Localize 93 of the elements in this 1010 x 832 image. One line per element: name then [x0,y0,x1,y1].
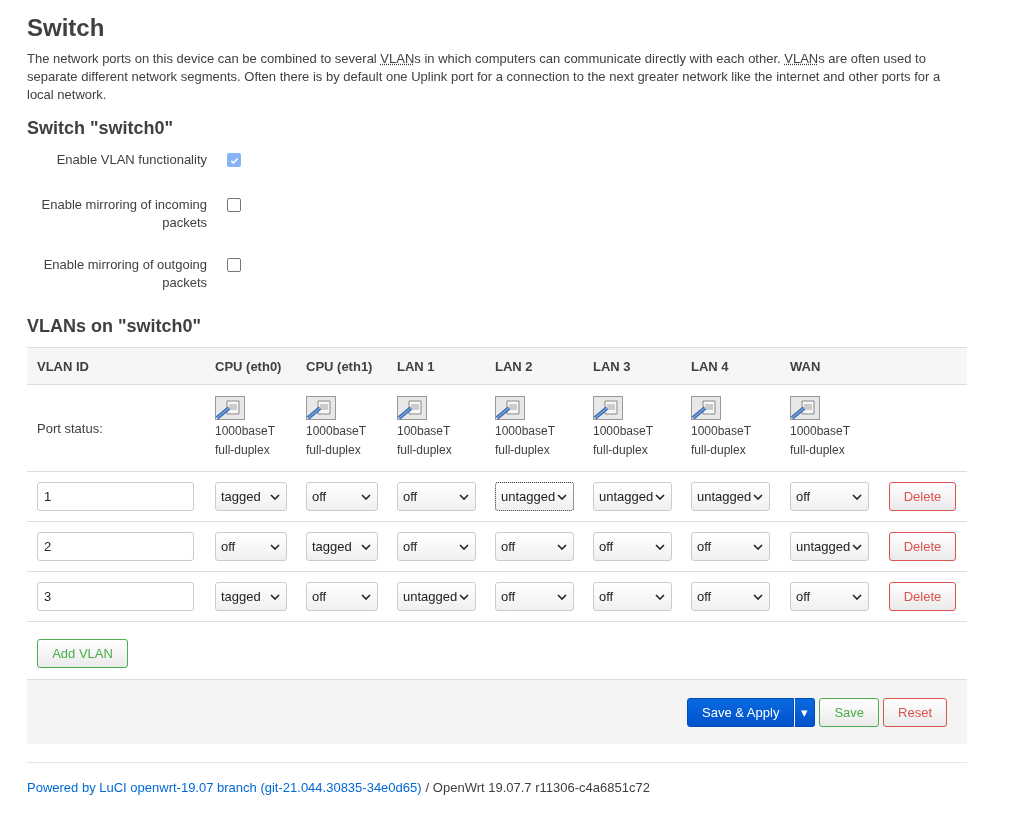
chevron-icon [270,593,280,600]
option-label: Enable mirroring of incoming packets [40,196,207,232]
chevron-icon [557,593,567,600]
ethernet-port-icon [397,396,427,420]
chevron-icon [361,593,371,600]
dropdown-toggle[interactable]: ▾ [794,697,816,727]
ethernet-port-icon [215,396,245,420]
checkbox[interactable] [227,258,241,272]
port-mode-dropdown[interactable]: untagged [397,582,476,611]
chevron-icon [753,543,763,550]
checkbox[interactable] [227,198,241,212]
chevron-icon [557,543,567,550]
chevron-icon [459,593,469,600]
chevron-icon [753,593,763,600]
port-mode-dropdown[interactable]: off [306,582,378,611]
chevron-icon [361,543,371,550]
ethernet-port-icon [790,396,820,420]
port-duplex: full-duplex [215,442,271,459]
column-header: WAN [789,358,822,374]
section-heading: Switch "switch0" [27,118,175,139]
port-status-label: Port status: [37,420,103,436]
chevron-icon [655,493,665,500]
vlan-id-field[interactable]: 1 [37,482,194,511]
reset-button[interactable]: Reset [883,697,947,727]
page-title: Switch [27,14,106,42]
footer-link[interactable]: Powered by LuCI openwrt-19.07 branch (git-21.044.30835-34e0d65) [27,780,422,795]
port-speed: 1000baseT [306,423,368,440]
column-header: CPU (eth0) [214,358,283,374]
chevron-icon [852,493,862,500]
chevron-icon [655,593,665,600]
port-duplex: full-duplex [691,442,747,459]
port-duplex: full-duplex [790,442,846,459]
port-speed: 1000baseT [691,423,753,440]
port-mode-dropdown[interactable]: tagged [215,482,287,511]
port-mode-dropdown[interactable]: off [495,582,574,611]
column-header: LAN 2 [494,358,534,374]
chevron-icon [753,493,763,500]
port-duplex: full-duplex [397,442,453,459]
delete-button[interactable]: Delete [889,582,956,611]
port-mode-dropdown[interactable]: untagged [790,532,869,561]
port-mode-dropdown[interactable]: off [691,532,770,561]
column-header: LAN 1 [396,358,436,374]
port-mode-dropdown[interactable]: off [306,482,378,511]
port-mode-dropdown[interactable]: off [593,582,672,611]
port-mode-dropdown[interactable]: off [790,482,869,511]
port-speed: 1000baseT [495,423,557,440]
chevron-icon [655,543,665,550]
option-label: Enable VLAN functionality [55,151,207,169]
column-header: CPU (eth1) [305,358,374,374]
port-speed: 1000baseT [790,423,852,440]
chevron-icon [270,543,280,550]
port-mode-dropdown[interactable]: off [790,582,869,611]
chevron-icon [270,493,280,500]
chevron-icon [852,593,862,600]
chevron-icon [459,543,469,550]
port-duplex: full-duplex [593,442,649,459]
port-mode-dropdown[interactable]: off [215,532,287,561]
column-header: LAN 4 [690,358,730,374]
delete-button[interactable]: Delete [889,482,956,511]
port-speed: 100baseT [397,423,452,440]
port-mode-dropdown[interactable]: untagged [495,482,574,511]
ethernet-port-icon [495,396,525,420]
port-speed: 1000baseT [215,423,277,440]
ethernet-port-icon [306,396,336,420]
port-mode-dropdown[interactable]: off [691,582,770,611]
ethernet-port-icon [593,396,623,420]
ethernet-port-icon [691,396,721,420]
port-mode-dropdown[interactable]: tagged [306,532,378,561]
option-label: Enable mirroring of outgoing packets [42,256,207,292]
port-mode-dropdown[interactable]: off [495,532,574,561]
port-speed: 1000baseT [593,423,655,440]
vlan-id-field[interactable]: 2 [37,532,194,561]
port-mode-dropdown[interactable]: untagged [593,482,672,511]
port-mode-dropdown[interactable]: off [593,532,672,561]
save-apply-button[interactable]: Save & Apply [687,697,795,727]
chevron-icon [557,493,567,500]
column-header: LAN 3 [592,358,632,374]
delete-button[interactable]: Delete [889,532,956,561]
port-mode-dropdown[interactable]: untagged [691,482,770,511]
port-mode-dropdown[interactable]: off [397,482,476,511]
chevron-icon [459,493,469,500]
checkbox[interactable] [227,153,241,167]
chevron-icon [852,543,862,550]
port-duplex: full-duplex [495,442,551,459]
port-mode-dropdown[interactable]: tagged [215,582,287,611]
port-mode-dropdown[interactable]: off [397,532,476,561]
column-header: VLAN ID [36,358,90,374]
port-duplex: full-duplex [306,442,362,459]
chevron-icon [361,493,371,500]
vlan-id-field[interactable]: 3 [37,582,194,611]
description-text: The network ports on this device can be combined to several VLANs in which computers can communicate directly with each other. VLANs are often used to separate different network segments. Often there is by default one Uplink port for a connection to the next greater network like the internet and other ports for a local network. [27,50,942,104]
footer-text: / OpenWrt 19.07.7 r11306-c4a6851c72 [425,780,650,795]
section-heading: VLANs on "switch0" [27,316,203,337]
